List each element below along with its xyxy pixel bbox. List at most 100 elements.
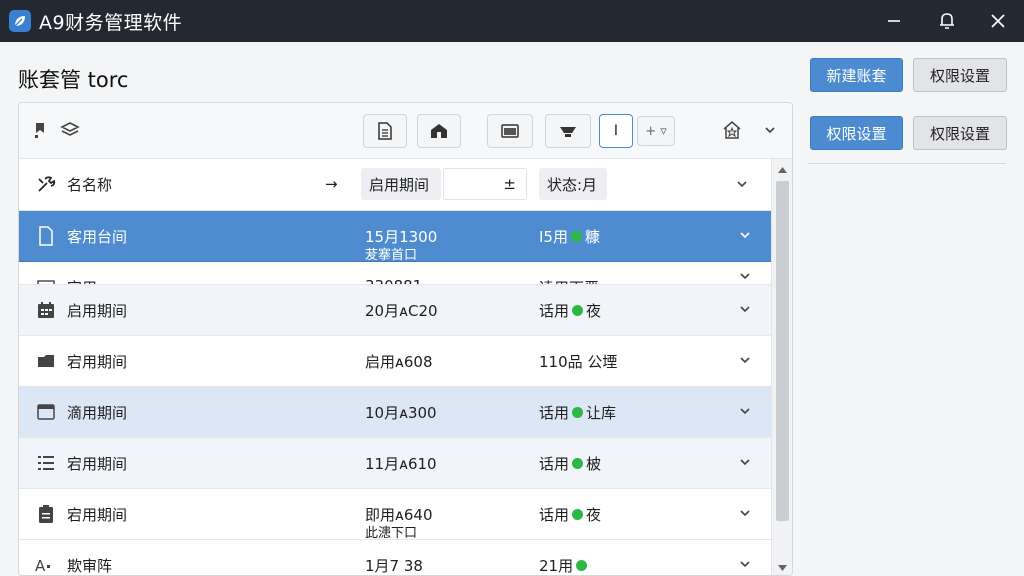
row-period: 11月ᴀ610 bbox=[365, 455, 437, 473]
row-period: 330881 bbox=[365, 277, 422, 284]
row-expand-chevron-icon[interactable] bbox=[735, 350, 755, 370]
row-status: 21用 bbox=[539, 555, 590, 575]
row-expand-chevron-icon[interactable] bbox=[735, 266, 755, 284]
minimize-icon[interactable] bbox=[876, 6, 912, 36]
row-status: 话用夜 bbox=[539, 504, 601, 525]
status-text: 21用 bbox=[539, 557, 574, 575]
column-status[interactable]: 状态:月 bbox=[539, 168, 607, 200]
svg-text:A: A bbox=[35, 557, 46, 574]
status-text: 逹用下严 bbox=[539, 277, 599, 284]
row-name: 宕用期间 bbox=[67, 455, 128, 473]
table-row[interactable]: 定用 330881 逹用下严 bbox=[19, 262, 771, 285]
status-dot bbox=[572, 407, 584, 418]
row-status: 话用夜 bbox=[539, 300, 601, 321]
ledger-panel: I + ▿ 名名称 → 启用期间 ± 状态:月 客用台间 15月1300 茇搴首口 I… bbox=[18, 102, 793, 576]
calendar-icon bbox=[35, 299, 57, 321]
row-name: 欺审阵 bbox=[67, 557, 113, 575]
status-extra: 夜 bbox=[586, 302, 602, 320]
header-chevron-icon[interactable] bbox=[735, 168, 749, 200]
row-period: 10月ᴀ300 bbox=[365, 404, 437, 422]
checklist-icon bbox=[35, 452, 57, 474]
permissions-active-button[interactable]: 权限设置 bbox=[810, 116, 903, 150]
row-expand-chevron-icon[interactable] bbox=[735, 225, 755, 245]
row-period: 20月ᴀC20 bbox=[365, 302, 438, 320]
status-dot bbox=[572, 458, 584, 469]
arrow-right-icon: → bbox=[325, 175, 338, 193]
scroll-down-icon[interactable] bbox=[777, 562, 788, 573]
bookmark-icon[interactable] bbox=[25, 115, 55, 145]
table-row[interactable]: A 欺审阵 1月7 38 21用 bbox=[19, 540, 771, 575]
status-text: I5用 bbox=[539, 228, 568, 246]
row-status: 话用 让库 bbox=[539, 402, 616, 423]
document-button[interactable] bbox=[363, 114, 407, 148]
table-row[interactable]: 启用期间 20月ᴀC20 话用夜 bbox=[19, 285, 771, 336]
status-text: 话用 bbox=[539, 404, 570, 422]
bell-icon[interactable] bbox=[929, 6, 965, 36]
row-name: 客用台间 bbox=[67, 228, 128, 246]
quick-input[interactable]: I bbox=[599, 114, 633, 148]
image-folder-button[interactable] bbox=[487, 114, 533, 148]
scroll-up-icon[interactable] bbox=[777, 164, 788, 175]
row-expand-chevron-icon[interactable] bbox=[735, 452, 755, 472]
close-icon[interactable] bbox=[980, 6, 1016, 36]
table-row[interactable]: 宕用期间 启用ᴀ608 110品 公堙 bbox=[19, 336, 771, 387]
home-icon[interactable] bbox=[717, 115, 747, 145]
tools-icon bbox=[35, 168, 57, 200]
status-dot bbox=[572, 305, 584, 316]
list-icon bbox=[35, 276, 57, 284]
row-name: 启用期间 bbox=[67, 302, 128, 320]
app-title: A9财务管理软件 bbox=[39, 11, 183, 34]
status-extra: 夜 bbox=[586, 506, 602, 524]
window-icon bbox=[35, 401, 57, 423]
chevron-down-icon[interactable] bbox=[755, 115, 785, 145]
clipboard-icon bbox=[35, 503, 57, 525]
row-status: 110品 公堙 bbox=[539, 351, 617, 372]
toolbar: I + ▿ bbox=[19, 103, 792, 159]
row-period-note: 此漶下口 bbox=[365, 526, 418, 541]
layers-icon[interactable] bbox=[55, 115, 85, 145]
inbox-button[interactable] bbox=[545, 114, 591, 148]
row-name: 定用 bbox=[67, 277, 97, 284]
leaf-icon bbox=[9, 10, 31, 32]
period-sort[interactable]: ± bbox=[443, 168, 527, 200]
table-row[interactable]: 客用台间 15月1300 茇搴首口 I5用糠 bbox=[19, 211, 771, 263]
status-text: 110品 公堙 bbox=[539, 353, 618, 371]
row-period: 1月7 38 bbox=[365, 557, 423, 575]
add-dropdown[interactable]: + ▿ bbox=[637, 116, 675, 146]
status-extra: 让库 bbox=[586, 404, 617, 422]
row-expand-chevron-icon[interactable] bbox=[735, 299, 755, 319]
title-bar: A9财务管理软件 bbox=[0, 0, 1024, 42]
status-dot bbox=[570, 231, 582, 242]
row-status: 逹用下严 bbox=[539, 277, 599, 284]
row-period: 启用ᴀ608 bbox=[365, 353, 433, 371]
row-name: 宕用期间 bbox=[67, 353, 128, 371]
permissions-button[interactable]: 权限设置 bbox=[913, 58, 1007, 92]
row-status: 话用柀 bbox=[539, 453, 601, 474]
archive-button[interactable] bbox=[417, 114, 461, 148]
new-ledger-button[interactable]: 新建账套 bbox=[810, 58, 903, 92]
status-text: 话用 bbox=[539, 506, 570, 524]
divider bbox=[808, 163, 1006, 164]
row-name: 滴用期间 bbox=[67, 404, 128, 422]
table-row[interactable]: 宕用期间 11月ᴀ610 话用柀 bbox=[19, 438, 771, 489]
scrollbar-thumb[interactable] bbox=[776, 181, 789, 521]
status-dot bbox=[576, 560, 588, 571]
row-period-note: 茇搴首口 bbox=[365, 248, 418, 263]
status-extra: 糠 bbox=[584, 228, 600, 246]
row-status: I5用糠 bbox=[539, 226, 600, 247]
permissions-secondary-button[interactable]: 权限设置 bbox=[913, 116, 1007, 150]
column-name[interactable]: 名名称 bbox=[67, 168, 112, 200]
row-expand-chevron-icon[interactable] bbox=[735, 554, 755, 574]
table-header: 名名称 → 启用期间 ± 状态:月 bbox=[19, 159, 771, 211]
column-period[interactable]: 启用期间 bbox=[361, 168, 441, 200]
status-text: 话用 bbox=[539, 455, 570, 473]
table-row[interactable]: 宕用期间 即用ᴀ640 此漶下口 话用夜 bbox=[19, 489, 771, 541]
row-expand-chevron-icon[interactable] bbox=[735, 503, 755, 523]
row-name: 宕用期间 bbox=[67, 506, 128, 524]
scrollbar[interactable] bbox=[771, 159, 792, 575]
text-icon: A bbox=[35, 554, 57, 575]
table-row[interactable]: 滴用期间 10月ᴀ300 话用 让库 bbox=[19, 387, 771, 438]
file-icon bbox=[35, 225, 57, 247]
row-expand-chevron-icon[interactable] bbox=[735, 401, 755, 421]
folder-icon bbox=[35, 350, 57, 372]
